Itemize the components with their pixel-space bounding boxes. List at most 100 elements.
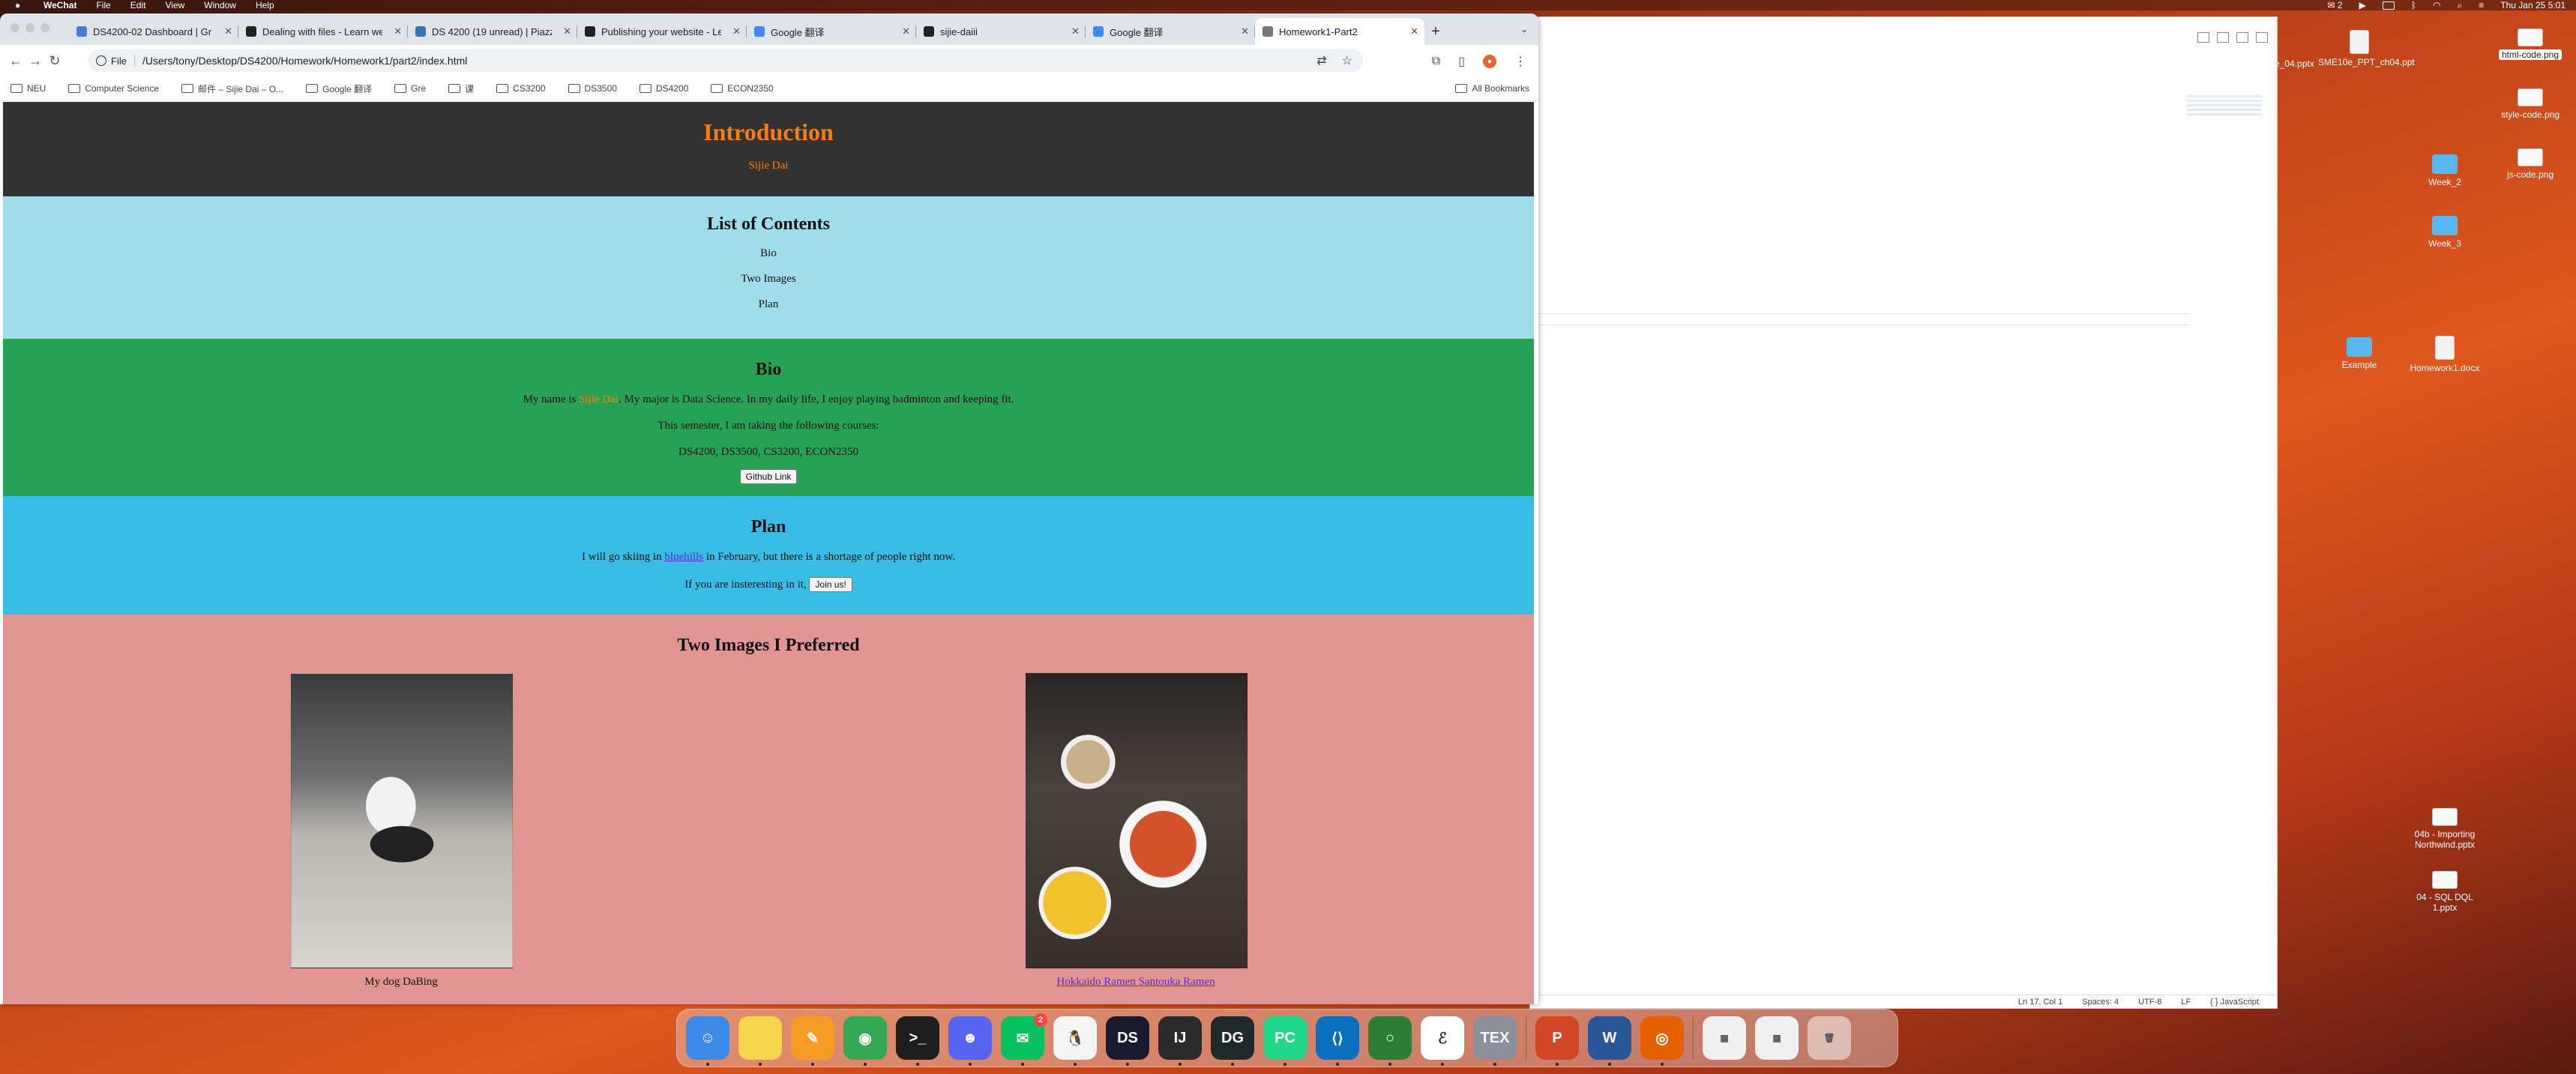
dock-app-pages[interactable]: ✎	[791, 1016, 834, 1066]
bookmark-item[interactable]: 邮件 – Sijie Dai – O...	[181, 82, 283, 95]
browser-tab[interactable]: sijie-daiii ✕	[916, 18, 1086, 45]
desktop-icon-js-code[interactable]: js-code.png	[2489, 148, 2572, 180]
tab-close-icon[interactable]: ✕	[732, 25, 741, 37]
play-icon[interactable]: ▶	[2359, 0, 2366, 10]
translate-icon[interactable]: ⇄	[1316, 53, 1326, 68]
menu-clock[interactable]: Thu Jan 25 5:01	[2500, 0, 2566, 10]
bookmark-item[interactable]: NEU	[10, 83, 46, 94]
battery-icon[interactable]	[2382, 1, 2395, 10]
site-info-chip[interactable]: File	[96, 55, 127, 67]
trash-icon[interactable]: 🗑	[1808, 1016, 1851, 1060]
reload-icon[interactable]: ↻	[45, 53, 64, 69]
extensions-icon[interactable]: ⧉	[1432, 55, 1440, 68]
python-window-thumbnail[interactable]: ▦	[1703, 1016, 1746, 1060]
menu-file[interactable]: File	[96, 0, 110, 10]
desktop-file-sme10e[interactable]: SME10e_PPT_ch04.ppt	[2318, 30, 2415, 67]
status-indent[interactable]: Spaces: 4	[2082, 998, 2119, 1007]
wechat-status-icon[interactable]: ✉ 2	[2328, 0, 2343, 10]
new-tab-button[interactable]: +	[1424, 18, 1447, 45]
desktop-file-northwind[interactable]: 04b - Importing Northwind.pptx	[2404, 808, 2486, 850]
dock-app-tex[interactable]: TEX	[1473, 1016, 1517, 1066]
menu-window[interactable]: Window	[204, 0, 236, 10]
browser-tab[interactable]: Google 翻译 ✕	[1086, 18, 1255, 45]
browser-tab[interactable]: Dealing with files - Learn we ✕	[238, 18, 408, 45]
browser-tab[interactable]: DS 4200 (19 unread) | Piazz ✕	[408, 18, 577, 45]
github-link-button[interactable]: Github Link	[739, 469, 798, 484]
dock-app-chrome[interactable]: ◉	[843, 1016, 887, 1066]
layout-icon[interactable]	[2217, 32, 2229, 43]
menu-app-name[interactable]: WeChat	[43, 0, 76, 10]
dock-app-terminal[interactable]: >_	[896, 1016, 939, 1066]
status-language[interactable]: { } JavaScript	[2210, 998, 2259, 1007]
desktop-folder-week3[interactable]: Week_3	[2404, 216, 2486, 249]
browser-tab[interactable]: Google 翻译 ✕	[747, 18, 916, 45]
bookmark-item[interactable]: DS4200	[639, 83, 688, 94]
back-arrow-icon[interactable]: ←	[6, 53, 25, 69]
dock-app-finder[interactable]: ☺	[686, 1016, 729, 1066]
bookmark-item[interactable]: Google 翻译	[306, 82, 372, 95]
bookmark-item[interactable]: 课	[448, 82, 474, 95]
dock-app-discord[interactable]: ☻	[948, 1016, 992, 1066]
desktop-icon-html-code[interactable]: html-code.png	[2489, 28, 2572, 60]
browser-tab[interactable]: Publishing your website - Le ✕	[577, 18, 747, 45]
bookmark-item[interactable]: Gre	[394, 83, 426, 94]
layout-icon[interactable]	[2197, 32, 2209, 43]
desktop-icon-style-code[interactable]: style-code.png	[2489, 88, 2572, 120]
dock-app-activity[interactable]: ○	[1368, 1016, 1412, 1066]
apple-icon[interactable]: ●	[15, 0, 24, 10]
menu-edit[interactable]: Edit	[130, 0, 146, 10]
minimize-window-button[interactable]	[25, 23, 34, 32]
dock-app-word[interactable]: W	[1588, 1016, 1631, 1066]
bookmark-item[interactable]: CS3200	[496, 83, 546, 94]
menu-view[interactable]: View	[165, 0, 184, 10]
tab-close-icon[interactable]: ✕	[902, 25, 910, 37]
dock-app-intellij[interactable]: IJ	[1158, 1016, 1202, 1066]
tab-close-icon[interactable]: ✕	[563, 25, 571, 37]
side-panel-icon[interactable]: ▯	[1458, 54, 1465, 69]
more-menu-icon[interactable]: ⋮	[1514, 54, 1526, 69]
zoom-window-button[interactable]	[40, 23, 49, 32]
dock-app-jupyter[interactable]: ℰ	[1421, 1016, 1464, 1066]
dock-app-pycharm[interactable]: PC	[1263, 1016, 1307, 1066]
tab-close-icon[interactable]: ✕	[1410, 25, 1418, 37]
desktop-file-sql-dql[interactable]: 04 - SQL DQL 1.pptx	[2404, 871, 2486, 913]
bluehills-link[interactable]: bluehills	[664, 551, 703, 563]
menu-help[interactable]: Help	[256, 0, 274, 10]
browser-tab[interactable]: DS4200-02 Dashboard | Gr ✕	[69, 18, 238, 45]
bookmark-star-icon[interactable]: ☆	[1342, 53, 1352, 68]
tab-close-icon[interactable]: ✕	[1071, 25, 1080, 37]
layout-icon[interactable]	[2256, 32, 2268, 43]
all-bookmarks-button[interactable]: All Bookmarks	[1455, 83, 1529, 94]
dock-app-wechat[interactable]: ✉ 2	[1001, 1013, 1047, 1066]
window-thumbnail[interactable]: ▦	[1755, 1016, 1799, 1060]
bluetooth-icon[interactable]: ᛒ	[2411, 0, 2416, 10]
status-eol[interactable]: LF	[2181, 998, 2191, 1007]
code-editor-window[interactable]: Ln 17, Col 1 Spaces: 4 UTF-8 LF { } Java…	[1529, 16, 2278, 1009]
url-text[interactable]: /Users/tony/Desktop/DS4200/Homework/Home…	[142, 55, 467, 67]
control-center-icon[interactable]: ≡	[2479, 0, 2484, 10]
bookmark-item[interactable]: Computer Science	[68, 83, 159, 94]
desktop-folder-example[interactable]: Example	[2318, 337, 2401, 370]
dock-app-powerpoint[interactable]: P	[1535, 1016, 1579, 1066]
ramen-link[interactable]: Hokkaido Ramen Santouka Ramen	[1056, 976, 1215, 988]
dock-app-notes[interactable]	[738, 1016, 782, 1066]
status-encoding[interactable]: UTF-8	[2138, 998, 2161, 1007]
close-window-button[interactable]	[10, 23, 19, 32]
layout-icon[interactable]	[2236, 32, 2248, 43]
bookmark-item[interactable]: DS3500	[568, 83, 617, 94]
editor-minimap[interactable]	[2187, 95, 2262, 118]
join-us-button[interactable]: Join us!	[809, 577, 852, 592]
dock-app-qq[interactable]: 🐧	[1053, 1016, 1097, 1066]
browser-tab[interactable]: Homework1-Part2 ✕	[1255, 18, 1424, 45]
dock-app-datagrip[interactable]: DG	[1211, 1016, 1254, 1066]
desktop-file-homework1[interactable]: Homework1.docx	[2404, 336, 2486, 373]
dock-app-firefox[interactable]: ◎	[1640, 1016, 1684, 1066]
wifi-icon[interactable]: ◠	[2433, 0, 2440, 10]
address-bar[interactable]: File /Users/tony/Desktop/DS4200/Homework…	[88, 49, 1363, 72]
status-cursor[interactable]: Ln 17, Col 1	[2018, 998, 2062, 1007]
forward-arrow-icon[interactable]: →	[25, 53, 45, 69]
desktop-folder-week2[interactable]: Week_2	[2404, 154, 2486, 187]
tab-close-icon[interactable]: ✕	[1241, 25, 1249, 37]
dock-app-vs-code[interactable]: ⟨⟩	[1316, 1016, 1359, 1066]
tab-search-chevron-icon[interactable]: ⌄	[1520, 24, 1528, 34]
